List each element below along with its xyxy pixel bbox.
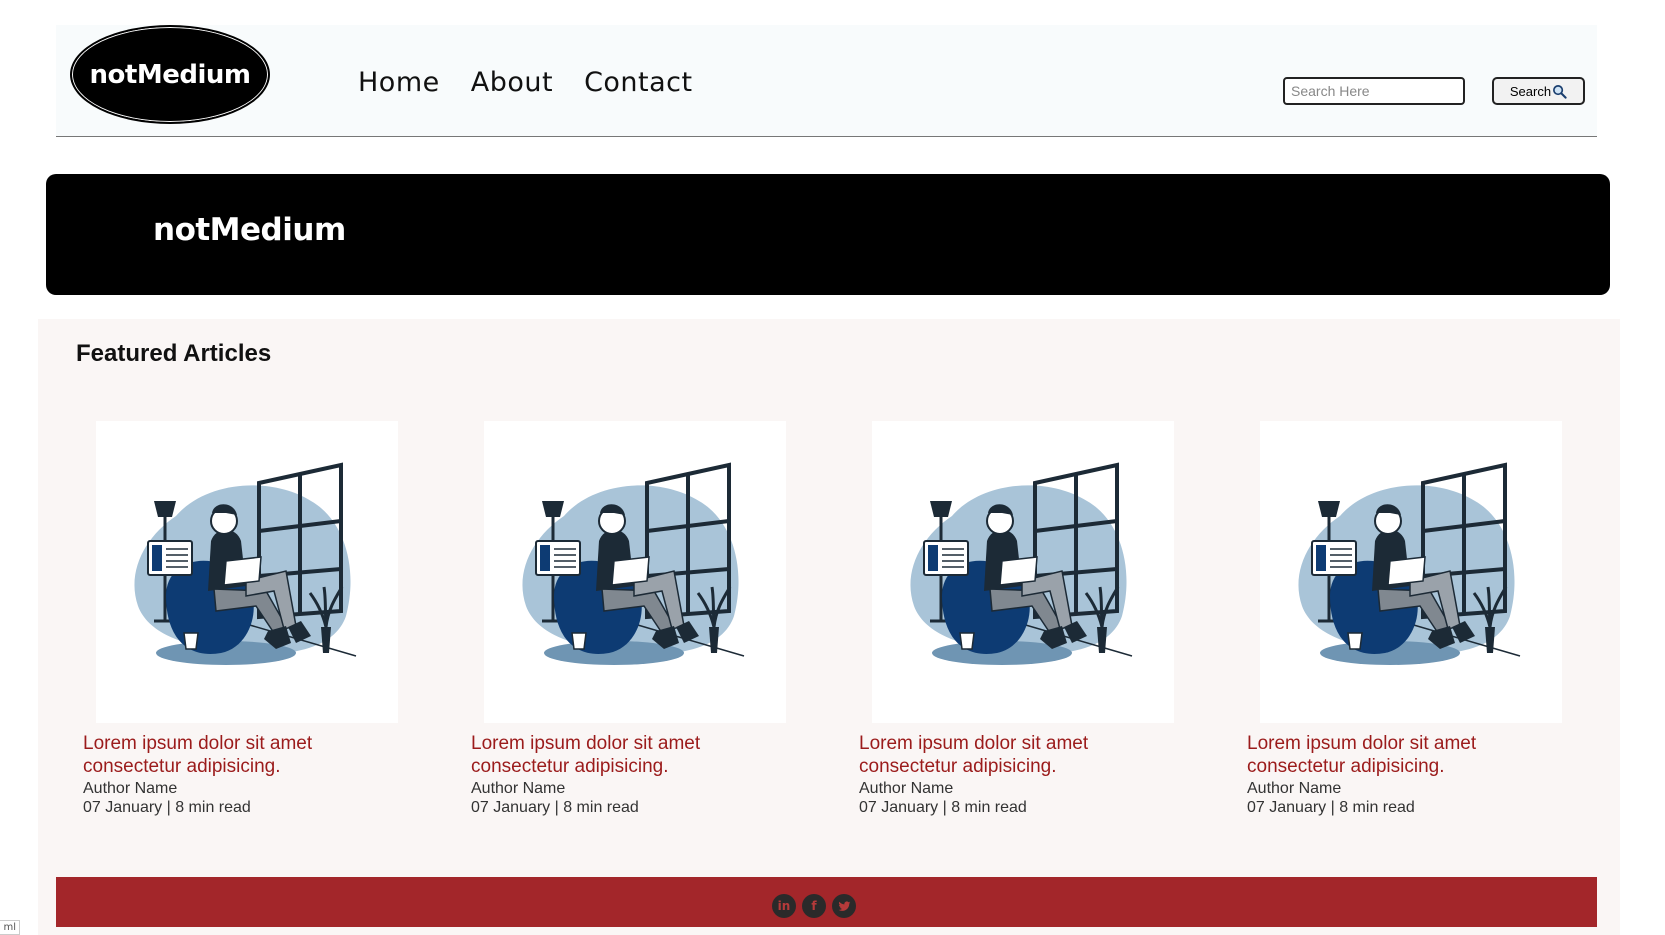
search-button-label: Search xyxy=(1509,83,1552,99)
article-title[interactable]: Lorem ipsum dolor sit amet consectetur a… xyxy=(471,732,791,778)
facebook-icon[interactable]: f xyxy=(802,894,826,918)
reading-person-illustration xyxy=(132,463,358,667)
article-thumbnail[interactable] xyxy=(872,421,1174,723)
featured-heading: Featured Articles xyxy=(76,340,272,367)
article-meta: 07 January | 8 min read xyxy=(1247,799,1415,816)
search-icon xyxy=(1553,84,1567,99)
logo-text: notMedium xyxy=(89,59,251,90)
nav-link-about[interactable]: About xyxy=(471,67,553,98)
nav-links: Home About Contact xyxy=(358,67,693,98)
article-title[interactable]: Lorem ipsum dolor sit amet consectetur a… xyxy=(1247,732,1567,778)
twitter-bird-icon xyxy=(838,900,850,911)
reading-person-illustration xyxy=(1296,463,1522,667)
article-author: Author Name xyxy=(859,780,954,797)
search-input[interactable] xyxy=(1283,77,1465,105)
corner-tag: ml xyxy=(0,920,20,935)
logo[interactable]: notMedium xyxy=(70,25,270,124)
article-thumbnail[interactable] xyxy=(1260,421,1562,723)
article-thumbnail[interactable] xyxy=(96,421,398,723)
nav-link-home[interactable]: Home xyxy=(358,67,440,98)
article-title[interactable]: Lorem ipsum dolor sit amet consectetur a… xyxy=(859,732,1179,778)
footer: in f xyxy=(56,877,1597,927)
article-meta: 07 January | 8 min read xyxy=(471,799,639,816)
hero-title: notMedium xyxy=(153,212,346,248)
article-meta: 07 January | 8 min read xyxy=(859,799,1027,816)
featured-section: Featured Articles Lorem ipsum dolor sit … xyxy=(38,319,1620,935)
navbar: notMedium Home About Contact Search xyxy=(56,25,1597,137)
article-author: Author Name xyxy=(471,780,566,797)
search-button[interactable]: Search xyxy=(1492,77,1585,105)
social-links: in f xyxy=(772,894,856,918)
nav-link-contact[interactable]: Contact xyxy=(584,67,693,98)
reading-person-illustration xyxy=(908,463,1134,667)
article-author: Author Name xyxy=(1247,780,1342,797)
article-author: Author Name xyxy=(83,780,178,797)
hero-banner: notMedium xyxy=(46,174,1610,295)
article-thumbnail[interactable] xyxy=(484,421,786,723)
twitter-icon[interactable] xyxy=(832,894,856,918)
reading-person-illustration xyxy=(520,463,746,667)
linkedin-icon[interactable]: in xyxy=(772,894,796,918)
article-meta: 07 January | 8 min read xyxy=(83,799,251,816)
article-title[interactable]: Lorem ipsum dolor sit amet consectetur a… xyxy=(83,732,403,778)
